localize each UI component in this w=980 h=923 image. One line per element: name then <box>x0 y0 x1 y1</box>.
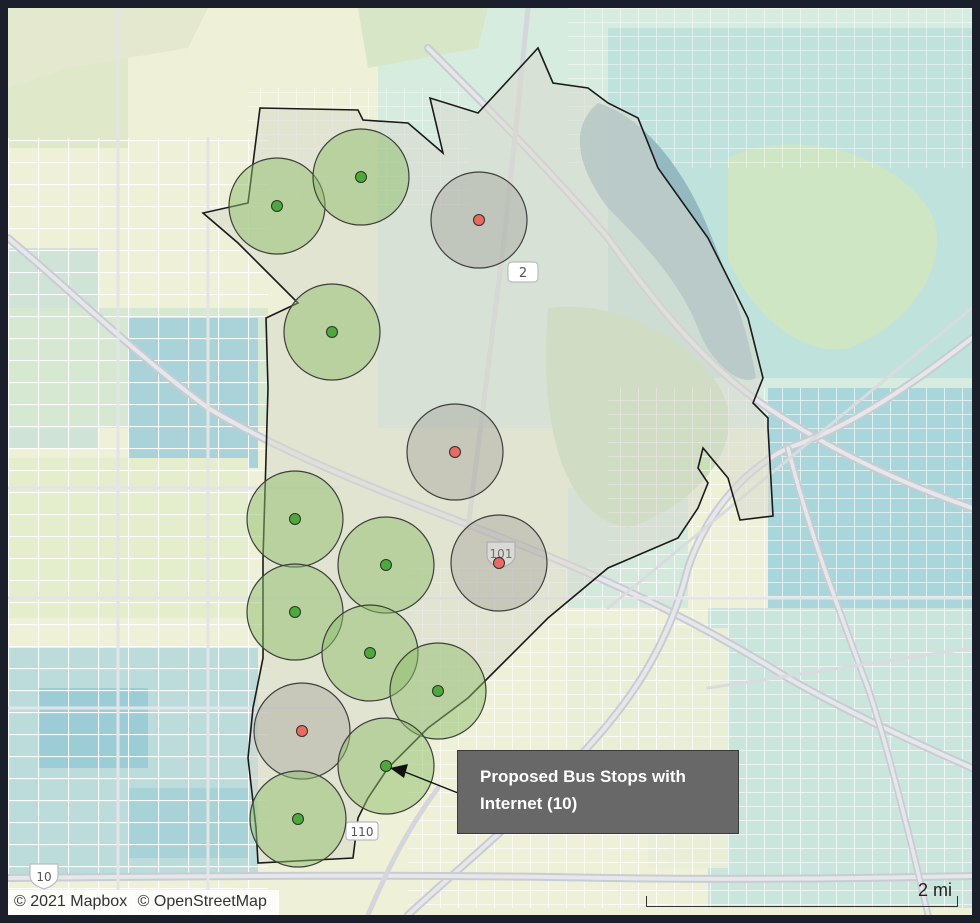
bus-stop-12[interactable] <box>253 682 351 780</box>
route-2-shield: 2 <box>507 261 539 283</box>
proposed-stop-marker[interactable] <box>380 559 392 571</box>
proposed-stop-marker[interactable] <box>326 326 338 338</box>
scale-bar: 2 mi <box>646 879 958 907</box>
mapbox-attribution-link[interactable]: © 2021 Mapbox <box>14 893 127 910</box>
route-2-label: 2 <box>519 266 527 281</box>
proposed-stop-marker[interactable] <box>364 647 376 659</box>
proposed-stop-marker[interactable] <box>292 813 304 825</box>
bus-stop-6[interactable] <box>246 470 344 568</box>
stop-marker[interactable] <box>449 446 461 458</box>
callout-text: Proposed Bus Stops with Internet (10) <box>480 767 686 813</box>
bus-stop-1[interactable] <box>228 157 326 255</box>
bus-stop-3[interactable] <box>430 171 528 269</box>
proposed-stop-marker[interactable] <box>355 171 367 183</box>
map-canvas[interactable]: 2 101 110 10 Proposed Bus Stops with Int… <box>8 8 972 915</box>
map-attribution: © 2021 Mapbox © OpenStreetMap <box>8 890 279 915</box>
route-110-shield: 110 <box>345 821 379 841</box>
stop-marker[interactable] <box>493 557 505 569</box>
bus-stop-13[interactable] <box>337 717 435 815</box>
scale-bar-label: 2 mi <box>917 880 952 900</box>
stop-marker[interactable] <box>296 725 308 737</box>
bus-stop-7[interactable] <box>337 516 435 614</box>
route-110-label: 110 <box>351 825 374 839</box>
callout-box: Proposed Bus Stops with Internet (10) <box>457 750 739 834</box>
proposed-stop-marker[interactable] <box>432 685 444 697</box>
map-frame: 2 101 110 10 Proposed Bus Stops with Int… <box>0 0 980 923</box>
bus-stop-5[interactable] <box>406 403 504 501</box>
bus-stop-14[interactable] <box>249 770 347 868</box>
proposed-stop-marker[interactable] <box>289 606 301 618</box>
proposed-stop-marker[interactable] <box>271 200 283 212</box>
proposed-stop-marker[interactable] <box>380 760 392 772</box>
bus-stop-8[interactable] <box>450 514 548 612</box>
scale-bar-line <box>646 896 958 907</box>
osm-attribution-link[interactable]: © OpenStreetMap <box>138 893 267 910</box>
bus-stop-2[interactable] <box>312 128 410 226</box>
bus-stop-4[interactable] <box>283 283 381 381</box>
proposed-stop-marker[interactable] <box>289 513 301 525</box>
route-10-label: 10 <box>36 870 51 884</box>
stop-marker[interactable] <box>473 214 485 226</box>
